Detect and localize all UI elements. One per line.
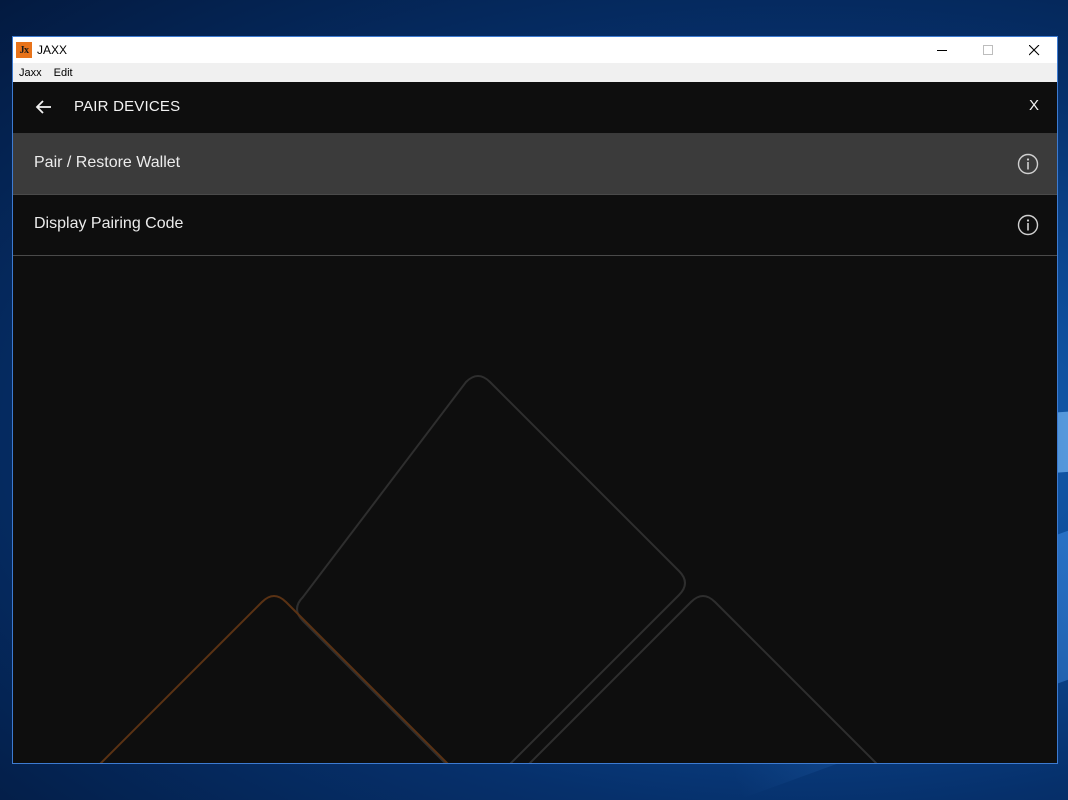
option-label: Display Pairing Code <box>34 215 184 232</box>
maximize-button[interactable] <box>965 37 1011 63</box>
decor-diamond-right <box>528 595 878 763</box>
app-logo: Jx <box>16 42 32 58</box>
title-bar[interactable]: Jx JAXX <box>13 37 1057 63</box>
option-label: Pair / Restore Wallet <box>34 154 181 171</box>
decor-diamond-center <box>296 375 686 763</box>
desktop-background: Jx JAXX Jaxx Edit PAIR DEVICES X Pair / … <box>0 0 1068 800</box>
menu-bar: Jaxx Edit <box>13 63 1057 82</box>
close-icon <box>1028 44 1039 55</box>
page-header: PAIR DEVICES X <box>13 82 1057 134</box>
close-button[interactable]: X <box>1029 97 1039 114</box>
back-icon[interactable] <box>35 98 53 116</box>
page-title: PAIR DEVICES <box>74 98 181 115</box>
window-controls <box>919 37 1057 63</box>
app-window: Jx JAXX Jaxx Edit PAIR DEVICES X Pair / … <box>12 36 1058 764</box>
window-title: JAXX <box>37 43 68 57</box>
app-content: PAIR DEVICES X Pair / Restore Wallet Dis… <box>13 82 1057 763</box>
maximize-icon <box>982 44 993 55</box>
info-icon[interactable] <box>1017 153 1039 175</box>
menu-edit[interactable]: Edit <box>54 67 73 79</box>
display-pairing-code-item[interactable]: Display Pairing Code <box>13 195 1057 256</box>
info-icon[interactable] <box>1017 214 1039 236</box>
pair-restore-wallet-item[interactable]: Pair / Restore Wallet <box>13 134 1057 195</box>
close-window-button[interactable] <box>1011 37 1057 63</box>
minimize-button[interactable] <box>919 37 965 63</box>
minimize-icon <box>936 49 947 51</box>
menu-jaxx[interactable]: Jaxx <box>19 67 42 79</box>
decor-diamond-left <box>99 595 449 763</box>
